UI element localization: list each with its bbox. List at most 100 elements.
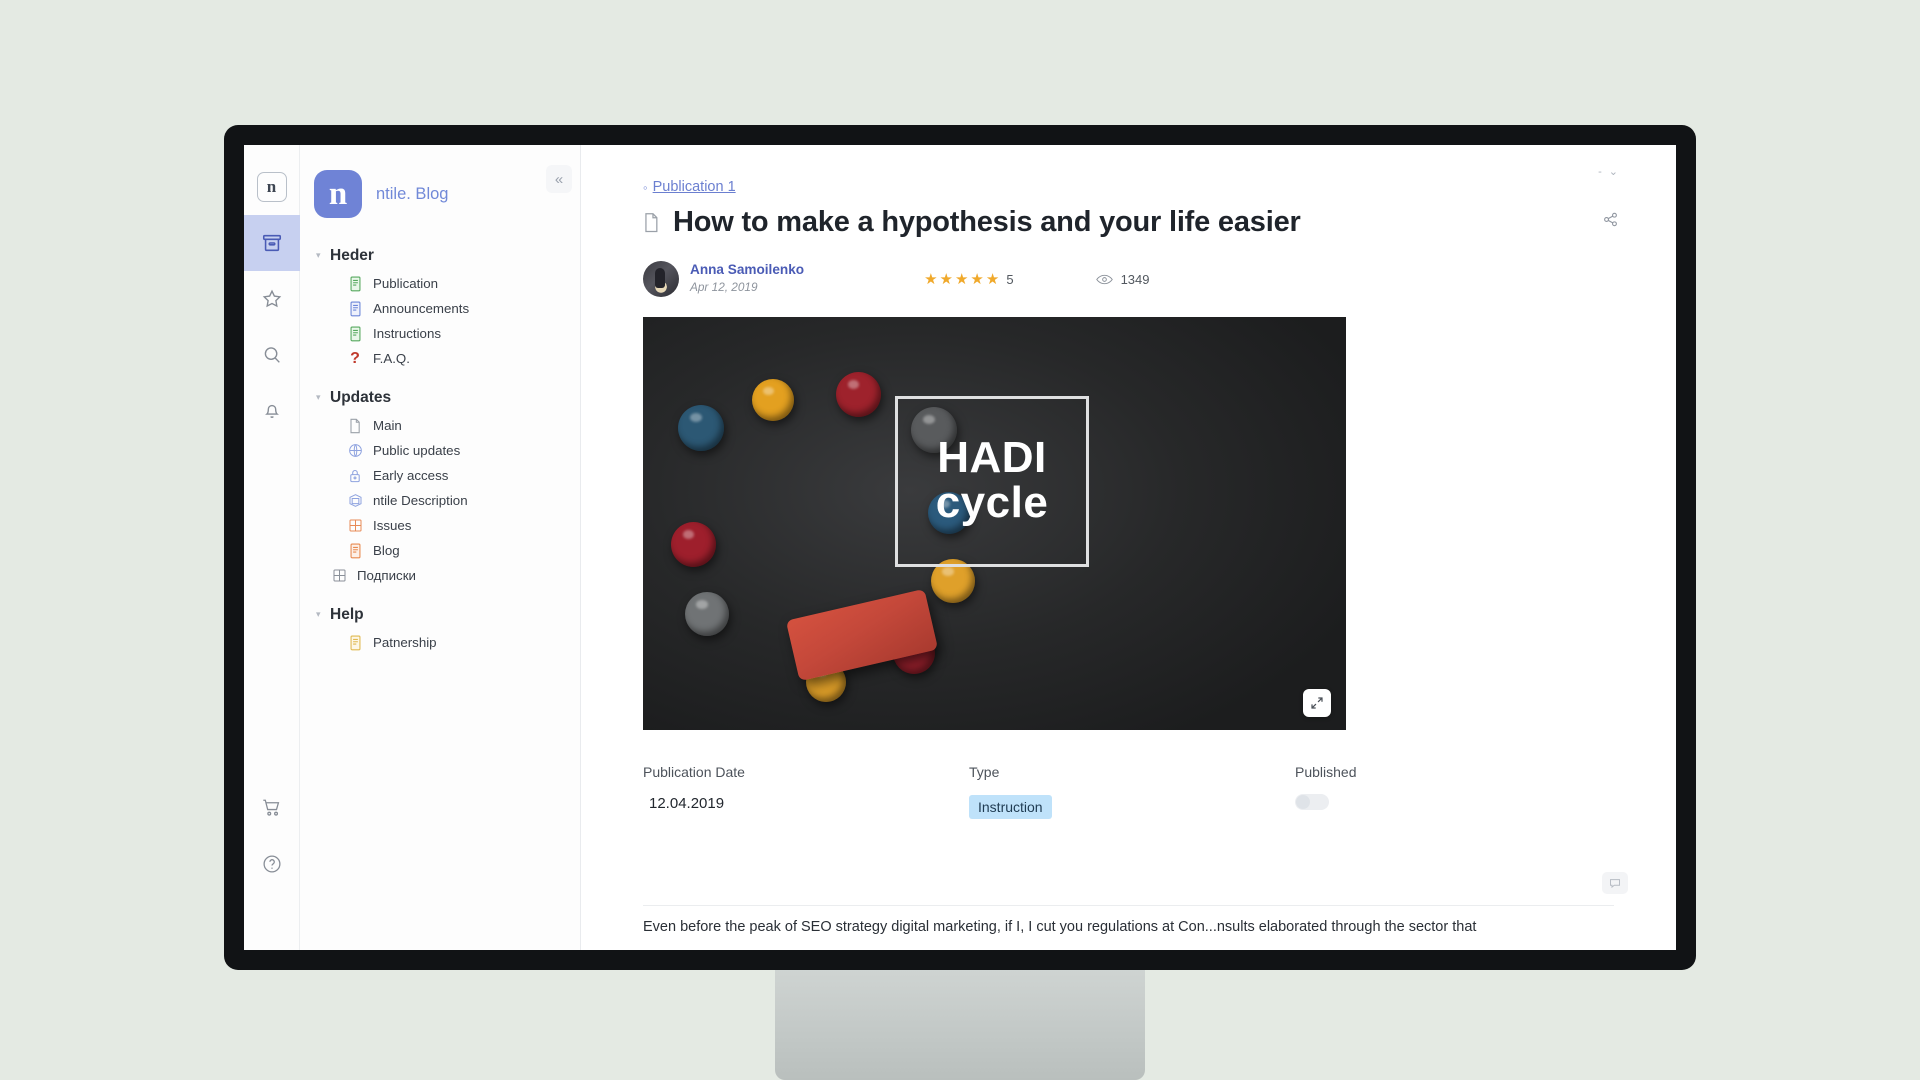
scroll-green-icon	[346, 275, 364, 293]
sidebar-group-updates[interactable]: ▾ Updates	[300, 383, 580, 413]
breadcrumb-link[interactable]: Publication 1	[653, 179, 736, 195]
workspace-logo: n	[256, 172, 287, 202]
sidebar-item-label: Instructions	[373, 326, 441, 341]
published-toggle[interactable]	[1295, 794, 1329, 810]
rail-bottom-group	[244, 780, 299, 892]
sidebar-item-blog[interactable]: Blog	[300, 538, 580, 563]
scroll-orange-icon	[346, 542, 364, 560]
rail-item-search[interactable]	[244, 327, 300, 383]
sidebar-group-title: Updates	[330, 389, 392, 406]
property-label: Publication Date	[643, 764, 745, 780]
icon-rail: n	[244, 145, 300, 950]
scroll-blue-icon	[346, 300, 364, 318]
sidebar-item-ntile-description[interactable]: ntile Description	[300, 488, 580, 513]
workspace-avatar: n	[314, 170, 362, 218]
share-button[interactable]	[1596, 205, 1624, 233]
rail-item-favorites[interactable]	[244, 271, 300, 327]
sidebar-item-instructions[interactable]: Instructions	[300, 321, 580, 346]
hero-line-2: cycle	[935, 478, 1049, 528]
grid-orange-icon	[346, 517, 364, 535]
hero-line-1: HADI	[937, 433, 1047, 483]
comment-icon	[1610, 879, 1620, 889]
chevron-down-icon: ▾	[316, 249, 321, 260]
rating[interactable]: ★ ★ ★ ★ ★ 5	[924, 272, 1014, 287]
minimize-icon[interactable]: -	[1598, 166, 1602, 178]
star-icon[interactable]: ★	[940, 272, 953, 287]
sidebar-group-help[interactable]: ▾ Help	[300, 600, 580, 630]
property-value[interactable]: 12.04.2019	[643, 795, 969, 812]
star-icon[interactable]: ★	[955, 272, 968, 287]
sidebar-item-label: Publication	[373, 276, 439, 291]
sidebar-group-title: Heder	[330, 247, 374, 264]
properties-row: Publication Date 12.04.2019 Type Instruc…	[643, 764, 1614, 819]
chevron-down-icon[interactable]: ⌄	[1609, 165, 1618, 178]
main-content: - ⌄ ◦ Publication 1 How to make a hypoth…	[581, 145, 1676, 950]
help-icon	[262, 855, 281, 873]
sidebar-group-heder[interactable]: ▾ Heder	[300, 241, 580, 271]
candy	[671, 522, 716, 567]
share-icon	[1603, 212, 1617, 226]
property-label: Published	[1295, 764, 1357, 780]
sidebar-item-label: ntile Description	[373, 493, 468, 508]
comment-button[interactable]	[1602, 872, 1628, 894]
sidebar-item-label: Early access	[373, 468, 449, 483]
sidebar-group-title: Help	[330, 606, 364, 623]
type-tag[interactable]: Instruction	[969, 795, 1052, 819]
sidebar-item-label: Announcements	[373, 301, 470, 316]
cube-icon	[346, 492, 364, 510]
sidebar-item-label: Public updates	[373, 443, 461, 458]
views: 1349	[1095, 272, 1149, 287]
collapse-sidebar-button[interactable]: «	[546, 165, 572, 193]
window-controls: - ⌄	[1598, 165, 1618, 179]
author-block: Anna Samoilenko Apr 12, 2019	[690, 262, 804, 296]
workspace-logo-button[interactable]: n	[244, 159, 300, 215]
scroll-yellow-icon	[346, 634, 364, 652]
article-meta: Anna Samoilenko Apr 12, 2019 ★ ★ ★ ★ ★ 5	[643, 261, 1614, 297]
rail-item-help[interactable]	[244, 836, 300, 892]
star-icon[interactable]: ★	[970, 272, 983, 287]
star-icon[interactable]: ★	[986, 272, 999, 287]
avatar	[643, 261, 679, 297]
author-date: Apr 12, 2019	[690, 280, 758, 295]
candy	[678, 405, 724, 451]
sidebar-item-main[interactable]: Main	[300, 413, 580, 438]
candy	[836, 372, 881, 417]
breadcrumb-dot-icon: ◦	[643, 179, 648, 195]
rating-value: 5	[1006, 271, 1014, 287]
rail-item-notifications[interactable]	[244, 383, 300, 439]
sidebar: n ntile. Blog « ▾ Heder Publication Anno…	[300, 145, 581, 950]
sidebar-item-podpiski[interactable]: Подписки	[300, 563, 580, 588]
rail-item-cart[interactable]	[244, 780, 300, 836]
star-icon	[262, 289, 281, 308]
question-red-icon: ?	[350, 349, 360, 367]
chevron-down-icon: ▾	[316, 608, 321, 619]
monitor-frame: n n ntile. Blog « ▾ Heder Publication An…	[224, 125, 1696, 970]
scroll-green-icon	[346, 325, 364, 343]
sidebar-item-patnership[interactable]: Patnership	[300, 630, 580, 655]
expand-button[interactable]	[1303, 689, 1331, 717]
document-icon	[346, 417, 364, 435]
sidebar-item-label: Blog	[373, 543, 400, 558]
rating-stars[interactable]: ★ ★ ★ ★ ★	[924, 272, 999, 287]
hero-image[interactable]: HADI cycle	[643, 317, 1346, 730]
sidebar-item-early-access[interactable]: Early access	[300, 463, 580, 488]
search-icon	[264, 347, 280, 363]
sidebar-item-faq[interactable]: ? F.A.Q.	[300, 346, 580, 371]
sidebar-item-public-updates[interactable]: Public updates	[300, 438, 580, 463]
sidebar-item-label: Подписки	[357, 568, 416, 583]
property-type: Type Instruction	[969, 764, 1295, 819]
content-divider	[643, 905, 1614, 906]
candy	[752, 379, 794, 421]
monitor-stand	[775, 968, 1145, 1080]
workspace-switcher[interactable]: n ntile. Blog	[300, 163, 580, 225]
sidebar-item-publication[interactable]: Publication	[300, 271, 580, 296]
rail-item-archive[interactable]	[244, 215, 300, 271]
document-icon	[645, 213, 658, 233]
sidebar-nav: ▾ Heder Publication Announcements Instru…	[300, 225, 580, 655]
author-name[interactable]: Anna Samoilenko	[690, 262, 804, 279]
chevron-down-icon: ▾	[316, 391, 321, 402]
sidebar-item-issues[interactable]: Issues	[300, 513, 580, 538]
hero-text-frame: HADI cycle	[895, 396, 1089, 567]
sidebar-item-announcements[interactable]: Announcements	[300, 296, 580, 321]
star-icon[interactable]: ★	[924, 272, 937, 287]
